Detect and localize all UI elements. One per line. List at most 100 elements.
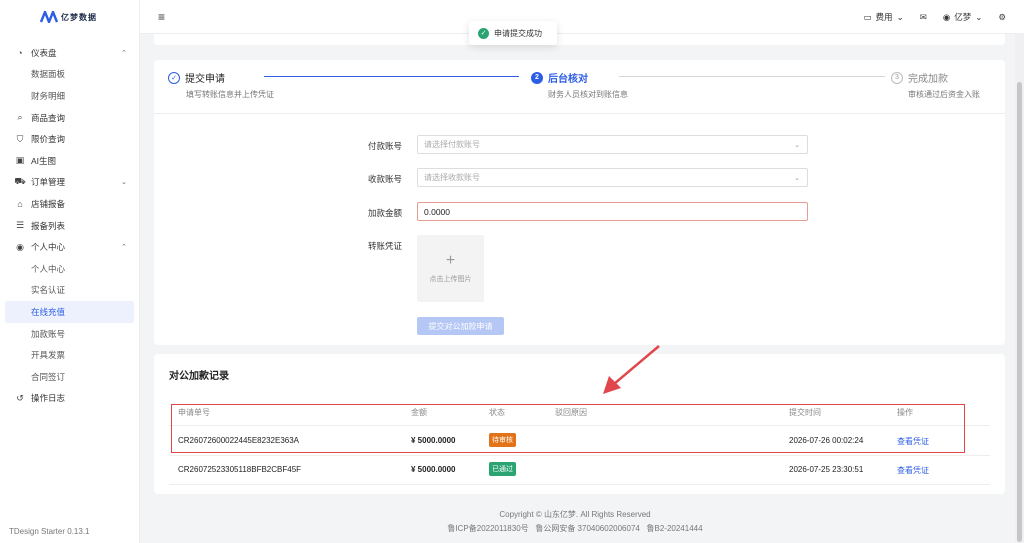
list-icon: ☰ bbox=[15, 220, 25, 231]
sidebar: 亿梦数据 ◔ 仪表盘 ⌃ 数据面板 财务明细 ⌕ 商品查询 ⛉ 限价查询 ▣ AI生图 ⛟ 订单管理 ⌄ ⌂… bbox=[0, 0, 140, 543]
view-voucher-link[interactable]: 查看凭证 bbox=[897, 465, 929, 476]
top-header: ≡ ▭ 费用 ⌄ ✉ ◉ 亿梦 ⌄ ⚙ bbox=[140, 0, 1024, 34]
user-dropdown[interactable]: ◉ 亿梦 ⌄ bbox=[943, 11, 983, 23]
logo[interactable]: 亿梦数据 bbox=[0, 0, 139, 34]
col-header-status: 状态 bbox=[489, 408, 505, 417]
sidebar-subitem[interactable]: 加款账号 bbox=[0, 323, 139, 345]
chevron-down-icon: ⌄ bbox=[896, 11, 904, 22]
footer-b2[interactable]: 鲁B2-20241444 bbox=[647, 524, 703, 533]
filter-icon: ⛉ bbox=[16, 133, 24, 144]
sidebar-item[interactable]: ▣ AI生图 bbox=[0, 150, 139, 172]
recv-account-placeholder: 请选择收款账号 bbox=[424, 173, 480, 182]
fee-label: 费用 bbox=[875, 12, 893, 22]
footer-police[interactable]: 鲁公网安备 37040602006074 bbox=[535, 524, 640, 533]
settings-button[interactable]: ⚙ bbox=[998, 12, 1006, 23]
col-header-reason: 驳回原因 bbox=[555, 408, 587, 417]
sidebar-item-label: 限价查询 bbox=[31, 134, 66, 145]
mail-icon: ✉ bbox=[919, 11, 927, 22]
step-title: 提交申请 bbox=[185, 74, 225, 85]
voucher-label: 转账凭证 bbox=[367, 241, 402, 251]
sidebar-item[interactable]: ⛟ 订单管理 ⌄ bbox=[0, 172, 139, 194]
chevron-down-icon: ⌄ bbox=[121, 179, 127, 187]
footer-icp[interactable]: 鲁ICP备2022011830号 bbox=[447, 524, 528, 533]
search-icon: ⌕ bbox=[17, 112, 23, 123]
sidebar-item[interactable]: ◔ 仪表盘 ⌃ bbox=[0, 42, 139, 64]
sidebar-item-label: 开具发票 bbox=[31, 350, 66, 361]
row-time: 2026-07-25 23:30:51 bbox=[789, 465, 864, 474]
top-card-stub bbox=[154, 34, 1005, 45]
step-title: 后台核对 bbox=[548, 74, 588, 85]
step-line-done bbox=[264, 76, 519, 77]
sidebar-item[interactable]: ◉ 个人中心 ⌃ bbox=[0, 236, 139, 258]
status-badge: 待审核 bbox=[489, 433, 516, 447]
step-desc: 审核通过后资金入账 bbox=[908, 90, 980, 99]
step-title: 完成加款 bbox=[908, 74, 948, 85]
records-card: 对公加款记录 申请单号 金额 状态 驳回原因 提交时间 操作 CR2607260… bbox=[154, 354, 1005, 494]
pay-account-label: 付款账号 bbox=[367, 141, 402, 151]
sidebar-item[interactable]: ↺ 操作日志 bbox=[0, 388, 139, 410]
sidebar-item-label: 报备列表 bbox=[31, 220, 66, 231]
sidebar-item[interactable]: ☰ 报备列表 bbox=[0, 215, 139, 237]
user-label: 亿梦 bbox=[954, 12, 972, 22]
fee-dropdown[interactable]: ▭ 费用 ⌄ bbox=[864, 11, 904, 23]
sidebar-item-label: 实名认证 bbox=[31, 285, 66, 296]
chevron-up-icon: ⌃ bbox=[121, 49, 127, 57]
chevron-down-icon: ⌄ bbox=[794, 141, 800, 149]
dashboard-icon: ◔ bbox=[17, 47, 23, 58]
sidebar-item[interactable]: ⌕ 商品查询 bbox=[0, 107, 139, 129]
upload-text: 点击上传图片 bbox=[429, 276, 472, 283]
voucher-upload[interactable]: + 点击上传图片 bbox=[417, 235, 484, 302]
sidebar-item-label: 加款账号 bbox=[31, 328, 66, 339]
sidebar-item[interactable]: ⌂ 店铺报备 bbox=[0, 193, 139, 215]
check-circle-icon: ✓ bbox=[478, 27, 489, 39]
row-divider bbox=[169, 484, 990, 485]
sidebar-subitem[interactable]: 开具发票 bbox=[0, 344, 139, 366]
footer: Copyright © 山东亿梦. All Rights Reserved 鲁I… bbox=[140, 508, 1010, 536]
scrollbar[interactable] bbox=[1015, 34, 1024, 543]
step-number: 3 bbox=[891, 71, 903, 84]
recv-account-label: 收款账号 bbox=[367, 174, 402, 184]
sidebar-item-label: 合同签订 bbox=[31, 371, 66, 382]
plus-icon: + bbox=[445, 252, 456, 269]
row-id: CR26072600022445E8232E363A bbox=[178, 436, 299, 445]
sidebar-item[interactable]: ⛉ 限价查询 bbox=[0, 128, 139, 150]
amount-value: 0.0000 bbox=[424, 206, 450, 217]
mail-button[interactable]: ✉ bbox=[920, 12, 927, 23]
col-header-amount: 金额 bbox=[411, 408, 427, 417]
recv-account-select[interactable]: 请选择收款账号 ⌄ bbox=[417, 168, 808, 187]
shop-icon: ⌂ bbox=[17, 198, 23, 209]
step-desc: 填写转账信息并上传凭证 bbox=[186, 90, 274, 99]
row-status: 待审核 bbox=[489, 433, 516, 447]
scrollbar-thumb[interactable] bbox=[1017, 82, 1022, 542]
sidebar-subitem[interactable]: 合同签订 bbox=[0, 366, 139, 388]
sidebar-item-label: 店铺报备 bbox=[31, 198, 66, 209]
toast-text: 申请提交成功 bbox=[494, 28, 542, 38]
chevron-down-icon: ⌄ bbox=[975, 11, 983, 22]
sidebar-subitem[interactable]: 财务明细 bbox=[0, 85, 139, 107]
steps-bar: ✓ 提交申请 填写转账信息并上传凭证 2 后台核对 财务人员核对到账信息 3 完… bbox=[154, 60, 1005, 114]
amount-label: 加款金额 bbox=[367, 208, 402, 218]
calendar-icon: ▭ bbox=[863, 11, 872, 22]
sidebar-item-label: 商品查询 bbox=[31, 112, 66, 123]
recharge-form-card: ✓ 提交申请 填写转账信息并上传凭证 2 后台核对 财务人员核对到账信息 3 完… bbox=[154, 60, 1005, 345]
sidebar-subitem[interactable]: 实名认证 bbox=[0, 280, 139, 302]
menu-toggle-icon[interactable]: ≡ bbox=[158, 10, 165, 24]
col-header-time: 提交时间 bbox=[789, 408, 821, 417]
view-voucher-link[interactable]: 查看凭证 bbox=[897, 436, 929, 447]
sidebar-subitem[interactable]: 个人中心 bbox=[0, 258, 139, 280]
step-3: 3 完成加款 审核通过后资金入账 bbox=[891, 70, 980, 100]
submit-button[interactable]: 提交对公加款申请 bbox=[417, 317, 504, 335]
pay-account-select[interactable]: 请选择付款账号 ⌄ bbox=[417, 135, 808, 154]
chevron-down-icon: ⌄ bbox=[794, 174, 800, 182]
step-2: 2 后台核对 财务人员核对到账信息 bbox=[531, 70, 628, 100]
col-header-id: 申请单号 bbox=[178, 408, 210, 417]
sidebar-item-label: 个人中心 bbox=[31, 263, 66, 274]
logo-icon bbox=[40, 11, 58, 23]
amount-input[interactable]: 0.0000 bbox=[417, 202, 808, 221]
sidebar-subitem[interactable]: 在线充值 bbox=[5, 301, 134, 323]
row-id: CR26072523305118BFB2CBF45F bbox=[178, 465, 302, 474]
sidebar-nav: ◔ 仪表盘 ⌃ 数据面板 财务明细 ⌕ 商品查询 ⛉ 限价查询 ▣ AI生图 ⛟ 订单管理 ⌄ ⌂ 店铺报备 ☰… bbox=[0, 34, 139, 409]
sidebar-subitem[interactable]: 数据面板 bbox=[0, 64, 139, 86]
sidebar-item-label: 在线充值 bbox=[31, 306, 66, 317]
sidebar-item-label: AI生图 bbox=[31, 155, 57, 166]
